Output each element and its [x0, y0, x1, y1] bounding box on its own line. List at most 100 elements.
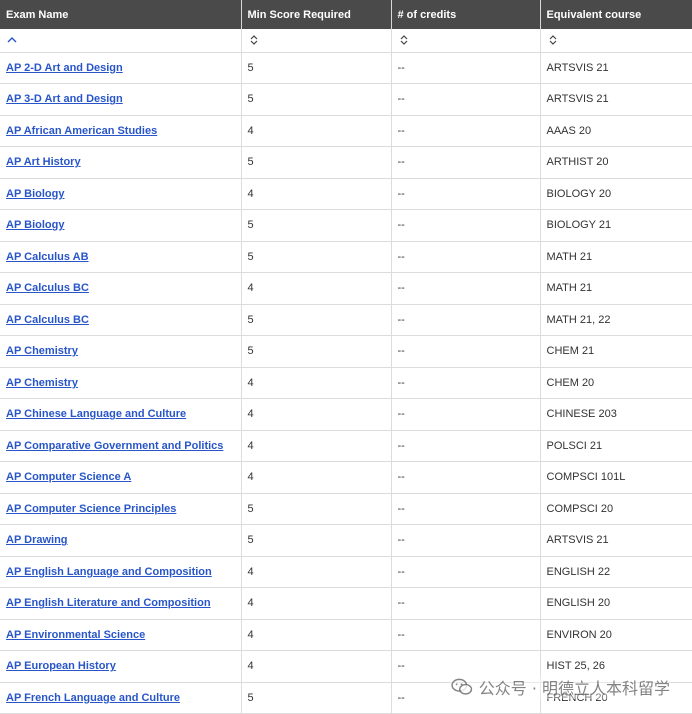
sort-row [0, 29, 692, 53]
equivalent-course-cell: POLSCI 21 [540, 430, 692, 462]
min-score-cell: 5 [241, 146, 392, 179]
exam-name-cell: AP Calculus AB [0, 241, 242, 273]
equivalent-course-cell: ARTSVIS 21 [540, 83, 692, 116]
equivalent-course-cell: CHEM 20 [540, 367, 692, 399]
table-row: AP Biology 4 -- BIOLOGY 20 [0, 178, 692, 210]
exam-link[interactable]: AP Calculus AB [6, 251, 89, 263]
min-score-cell: 5 [241, 52, 392, 84]
min-score-cell: 4 [241, 115, 392, 147]
credits-cell: -- [391, 146, 541, 179]
exam-name-cell: AP 3-D Art and Design [0, 83, 242, 116]
sort-cell-credits [391, 29, 541, 53]
credits-cell: -- [391, 83, 541, 116]
sort-unsorted-icon[interactable] [248, 34, 260, 46]
exam-name-cell: AP Chinese Language and Culture [0, 398, 242, 431]
credits-cell: -- [391, 335, 541, 368]
exam-name-cell: AP Calculus BC [0, 272, 242, 305]
table-row: AP Calculus BC 5 -- MATH 21, 22 [0, 304, 692, 336]
table-row: AP 3-D Art and Design 5 -- ARTSVIS 21 [0, 83, 692, 116]
credits-cell: -- [391, 493, 541, 525]
table-row: AP English Literature and Composition 4 --… [0, 587, 692, 620]
credits-cell: -- [391, 367, 541, 399]
credits-cell: -- [391, 587, 541, 620]
min-score-cell: 5 [241, 524, 392, 557]
exam-link[interactable]: AP Comparative Government and Politics [6, 440, 223, 452]
exam-link[interactable]: AP 3-D Art and Design [6, 93, 123, 105]
equivalent-course-cell: CHEM 21 [540, 335, 692, 368]
exam-link[interactable]: AP Art History [6, 156, 81, 168]
exam-name-cell: AP Calculus BC [0, 304, 242, 336]
exam-name-cell: AP Comparative Government and Politics [0, 430, 242, 462]
credits-cell: -- [391, 304, 541, 336]
credits-cell: -- [391, 619, 541, 651]
equivalent-course-cell: COMPSCI 101L [540, 461, 692, 494]
equivalent-course-cell: AAAS 20 [540, 115, 692, 147]
credits-cell: -- [391, 115, 541, 147]
exam-link[interactable]: AP Drawing [6, 534, 68, 546]
exam-name-cell: AP Art History [0, 146, 242, 179]
sort-unsorted-icon[interactable] [398, 34, 410, 46]
min-score-cell: 4 [241, 430, 392, 462]
table-row: AP English Language and Composition 4 -- EN… [0, 556, 692, 588]
table-row: AP Biology 5 -- BIOLOGY 21 [0, 209, 692, 242]
exam-link[interactable]: AP Biology [6, 219, 64, 231]
exam-name-cell: AP Chemistry [0, 335, 242, 368]
credits-cell: -- [391, 272, 541, 305]
sort-unsorted-icon[interactable] [547, 34, 559, 46]
wechat-icon [451, 678, 472, 695]
equivalent-course-cell: CHINESE 203 [540, 398, 692, 431]
min-score-cell: 4 [241, 398, 392, 431]
credits-cell: -- [391, 209, 541, 242]
min-score-cell: 5 [241, 335, 392, 368]
min-score-cell: 4 [241, 272, 392, 305]
equivalent-course-cell: MATH 21, 22 [540, 304, 692, 336]
exam-name-cell: AP Environmental Science [0, 619, 242, 651]
table-row: AP Chemistry 5 -- CHEM 21 [0, 335, 692, 368]
exam-link[interactable]: AP Computer Science Principles [6, 503, 176, 515]
exam-link[interactable]: AP Chemistry [6, 377, 78, 389]
exam-name-cell: AP 2-D Art and Design [0, 52, 242, 84]
min-score-cell: 5 [241, 304, 392, 336]
sort-cell-course [540, 29, 692, 53]
ap-credit-table: Exam Name Min Score Required # of credit… [0, 0, 692, 714]
table-row: AP African American Studies 4 -- AAAS 20 [0, 115, 692, 147]
exam-link[interactable]: AP English Language and Composition [6, 566, 212, 578]
header-equivalent-course[interactable]: Equivalent course [540, 0, 692, 29]
exam-link[interactable]: AP European History [6, 660, 116, 672]
header-min-score[interactable]: Min Score Required [241, 0, 392, 29]
equivalent-course-cell: ARTHIST 20 [540, 146, 692, 179]
exam-link[interactable]: AP 2-D Art and Design [6, 62, 123, 74]
exam-name-cell: AP Drawing [0, 524, 242, 557]
exam-link[interactable]: AP Chemistry [6, 345, 78, 357]
equivalent-course-cell: ENVIRON 20 [540, 619, 692, 651]
min-score-cell: 4 [241, 556, 392, 588]
min-score-cell: 4 [241, 461, 392, 494]
equivalent-course-cell: MATH 21 [540, 272, 692, 305]
watermark-text: 公众号 · 明德立人本科留学 [478, 679, 670, 698]
sort-ascending-icon[interactable] [6, 34, 18, 46]
equivalent-course-cell: BIOLOGY 21 [540, 209, 692, 242]
min-score-cell: 4 [241, 367, 392, 399]
exam-link[interactable]: AP African American Studies [6, 125, 157, 137]
exam-link[interactable]: AP Biology [6, 188, 64, 200]
sort-cell-score [241, 29, 392, 53]
exam-link[interactable]: AP Chinese Language and Culture [6, 408, 186, 420]
header-credits[interactable]: # of credits [391, 0, 541, 29]
table-row: AP Chemistry 4 -- CHEM 20 [0, 367, 692, 399]
header-exam-name[interactable]: Exam Name [0, 0, 242, 29]
exam-link[interactable]: AP Environmental Science [6, 629, 145, 641]
exam-name-cell: AP Biology [0, 178, 242, 210]
exam-link[interactable]: AP Calculus BC [6, 314, 89, 326]
min-score-cell: 5 [241, 682, 392, 714]
credits-cell: -- [391, 430, 541, 462]
equivalent-course-cell: ENGLISH 22 [540, 556, 692, 588]
exam-name-cell: AP English Language and Composition [0, 556, 242, 588]
exam-link[interactable]: AP Calculus BC [6, 282, 89, 294]
min-score-cell: 5 [241, 83, 392, 116]
credits-cell: -- [391, 524, 541, 557]
exam-name-cell: AP Computer Science Principles [0, 493, 242, 525]
exam-link[interactable]: AP English Literature and Composition [6, 597, 211, 609]
table-row: AP Calculus BC 4 -- MATH 21 [0, 272, 692, 305]
exam-link[interactable]: AP Computer Science A [6, 471, 131, 483]
exam-link[interactable]: AP French Language and Culture [6, 692, 180, 704]
